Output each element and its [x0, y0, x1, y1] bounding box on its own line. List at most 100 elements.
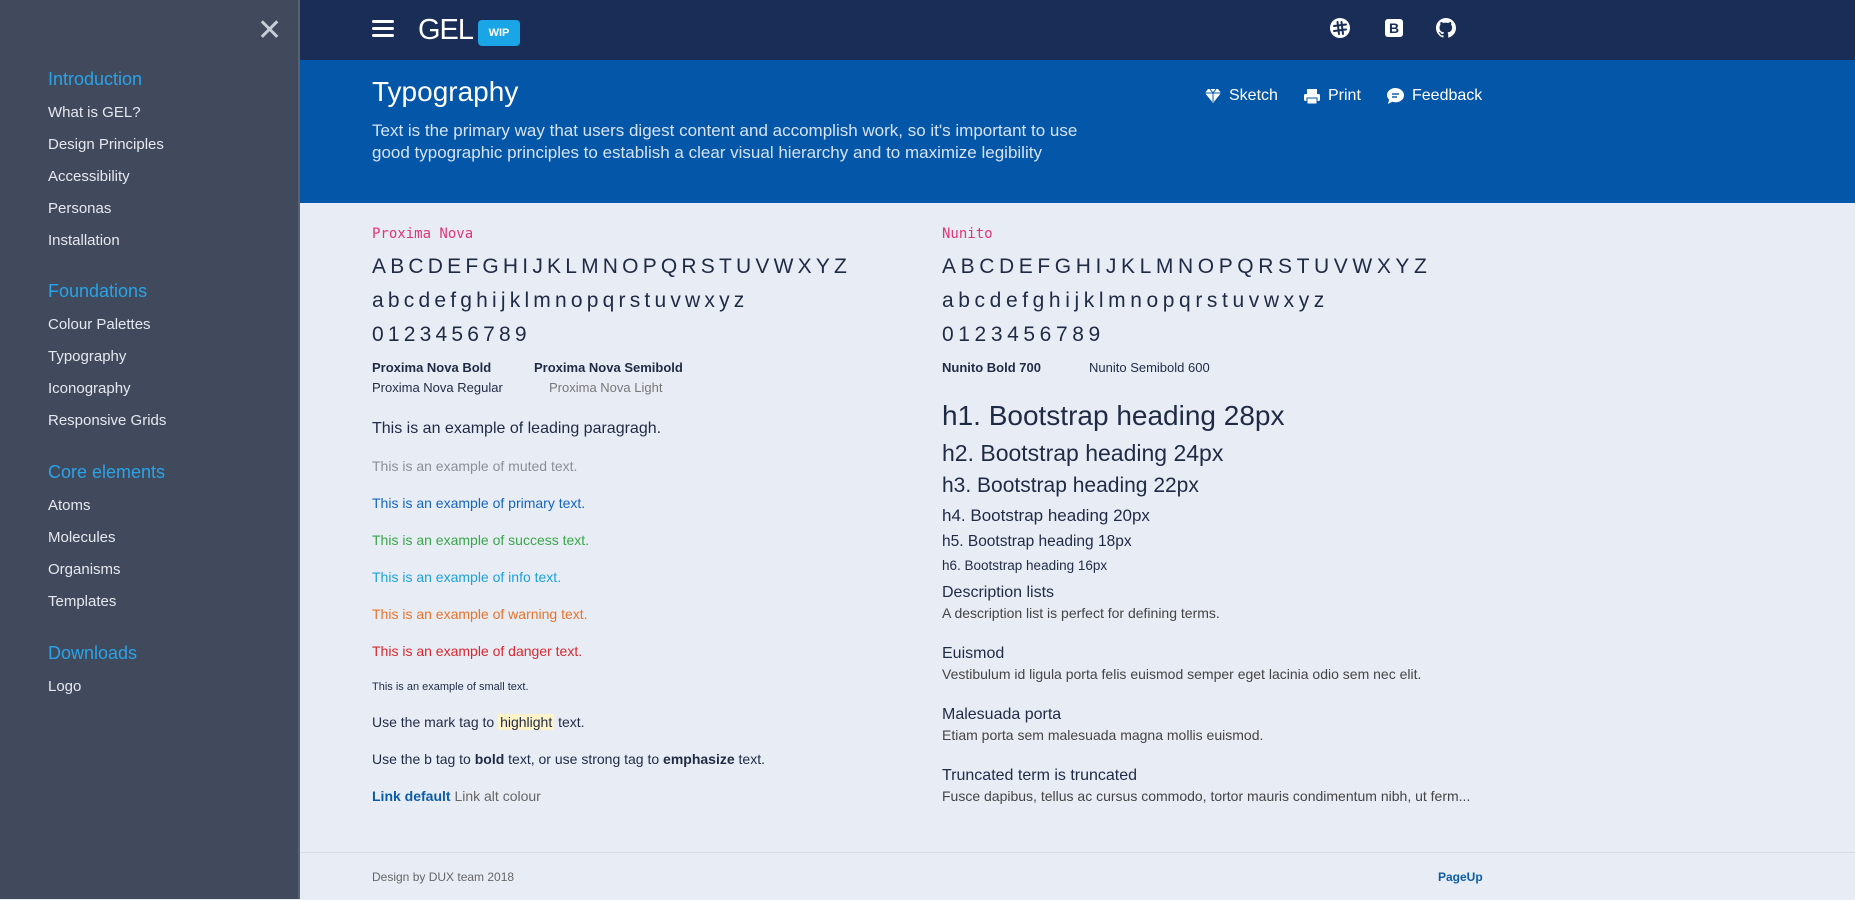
dl-desc: A description list is perfect for defini… — [942, 605, 1220, 621]
feedback-label: Feedback — [1412, 87, 1483, 104]
sidebar-section-introduction: Introduction What is GEL? Design Princip… — [48, 67, 164, 257]
close-icon[interactable]: ✕ — [257, 16, 282, 46]
sidebar-item-installation[interactable]: Installation — [48, 225, 164, 257]
sidebar-item-what-is-gel[interactable]: What is GEL? — [48, 97, 164, 129]
sidebar-section-core-elements: Core elements Atoms Molecules Organisms … — [48, 460, 165, 618]
dl-desc: Etiam porta sem malesuada magna mollis e… — [942, 727, 1264, 743]
weight-light: Proxima Nova Light — [549, 380, 663, 395]
small-text: This is an example of small text. — [372, 681, 529, 693]
primary-text: This is an example of primary text. — [372, 495, 586, 511]
font-weights: Nunito Bold 700 Nunito Semibold 600 — [942, 358, 1502, 378]
sidebar-item-logo[interactable]: Logo — [48, 671, 137, 703]
digits: 0123456789 — [942, 323, 1105, 346]
sidebar-item-atoms[interactable]: Atoms — [48, 490, 165, 522]
sidebar-item-personas[interactable]: Personas — [48, 193, 164, 225]
diamond-icon — [1205, 88, 1221, 103]
b-after: text. — [734, 751, 765, 767]
dl-term: Euismod — [942, 645, 1005, 662]
sidebar-item-responsive-grids[interactable]: Responsive Grids — [48, 405, 166, 437]
pageup-link[interactable]: PageUp — [1438, 870, 1483, 884]
bold-word: bold — [474, 751, 505, 767]
mark-example: Use the mark tag to highlight text. — [372, 713, 912, 731]
link-alt-colour[interactable]: Link alt colour — [454, 788, 540, 804]
footer-credit: Design by DUX team 2018 — [372, 870, 515, 884]
sidebar-item-accessibility[interactable]: Accessibility — [48, 161, 164, 193]
sidebar-item-molecules[interactable]: Molecules — [48, 522, 165, 554]
success-text: This is an example of success text. — [372, 532, 590, 548]
lead-paragraph: This is an example of leading paragragh. — [372, 420, 662, 437]
info-text: This is an example of info text. — [372, 569, 562, 585]
sidebar-item-typography[interactable]: Typography — [48, 341, 166, 373]
sidebar-section-downloads: Downloads Logo — [48, 641, 137, 703]
sidebar: ✕ Introduction What is GEL? Design Princ… — [0, 0, 300, 899]
top-navbar: GEL WIP B — [300, 0, 1855, 60]
gel-logo[interactable]: GEL — [418, 14, 474, 46]
sidebar-section-foundations: Foundations Colour Palettes Typography I… — [48, 279, 166, 437]
sidebar-item-colour-palettes[interactable]: Colour Palettes — [48, 309, 166, 341]
nunito-column: Nunito ABCDEFGHIJKLMNOPQRSTUVWXYZ abcdef… — [942, 226, 1502, 827]
weight-bold: Nunito Bold 700 — [942, 360, 1041, 375]
font-name-label: Nunito — [942, 226, 993, 242]
weight-bold: Proxima Nova Bold — [372, 360, 492, 375]
proxima-nova-column: Proxima Nova ABCDEFGHIJKLMNOPQRSTUVWXYZ … — [372, 226, 912, 805]
highlight-mark: highlight — [498, 714, 555, 730]
mark-after: text. — [554, 714, 585, 730]
dl-term: Malesuada porta — [942, 706, 1062, 723]
bootstrap-icon[interactable]: B — [1382, 16, 1406, 40]
strong-word: emphasize — [663, 751, 735, 767]
sketch-button[interactable]: Sketch — [1204, 86, 1278, 106]
weight-regular: Proxima Nova Regular — [372, 380, 503, 395]
slack-icon[interactable] — [1328, 16, 1352, 40]
muted-text: This is an example of muted text. — [372, 458, 578, 474]
footer: Design by DUX team 2018 PageUp — [300, 852, 1855, 900]
lowercase-alphabet: abcdefghijklmnopqrstuvwxyz — [942, 289, 1329, 312]
svg-text:B: B — [1389, 20, 1399, 36]
sidebar-item-organisms[interactable]: Organisms — [48, 554, 165, 586]
page-lead: Text is the primary way that users diges… — [372, 121, 1078, 162]
printer-icon — [1304, 88, 1320, 104]
weight-semibold: Nunito Semibold 600 — [1089, 360, 1210, 375]
dl-desc: Fusce dapibus, tellus ac cursus commodo,… — [942, 788, 1471, 804]
sidebar-section-title[interactable]: Downloads — [48, 641, 137, 665]
print-label: Print — [1328, 87, 1361, 104]
heading-h1: h1. Bootstrap heading 28px — [942, 400, 1285, 431]
speech-bubble-icon — [1387, 88, 1404, 104]
github-icon[interactable] — [1434, 16, 1458, 40]
heading-h6: h6. Bootstrap heading 16px — [942, 558, 1108, 573]
page-header: Typography Text is the primary way that … — [300, 60, 1855, 203]
lowercase-alphabet: abcdefghijklmnopqrstuvwxyz — [372, 289, 749, 312]
link-default[interactable]: Link default — [372, 788, 451, 804]
b-before: Use the b tag to — [372, 751, 475, 767]
font-weights: Proxima Nova Bold Proxima Nova Semibold … — [372, 358, 912, 398]
dl-term: Truncated term is truncated — [942, 767, 1138, 784]
dl-term: Description lists — [942, 584, 1055, 601]
b-mid: text, or use strong tag to — [504, 751, 664, 767]
digits: 0123456789 — [372, 323, 531, 346]
heading-h5: h5. Bootstrap heading 18px — [942, 533, 1132, 550]
uppercase-alphabet: ABCDEFGHIJKLMNOPQRSTUVWXYZ — [942, 255, 1432, 278]
weight-semibold: Proxima Nova Semibold — [534, 360, 683, 375]
heading-h2: h2. Bootstrap heading 24px — [942, 440, 1224, 466]
heading-h3: h3. Bootstrap heading 22px — [942, 474, 1199, 497]
danger-text: This is an example of danger text. — [372, 643, 583, 659]
heading-h4: h4. Bootstrap heading 20px — [942, 506, 1150, 525]
bold-example: Use the b tag to bold text, or use stron… — [372, 750, 912, 768]
mark-before: Use the mark tag to — [372, 714, 499, 730]
warning-text: This is an example of warning text. — [372, 606, 588, 622]
sidebar-item-templates[interactable]: Templates — [48, 586, 165, 618]
link-example: Link default Link alt colour — [372, 787, 912, 805]
description-list: Description lists A description list is … — [942, 583, 1502, 806]
hamburger-menu-icon[interactable] — [372, 20, 394, 40]
sidebar-item-iconography[interactable]: Iconography — [48, 373, 166, 405]
sidebar-section-title[interactable]: Introduction — [48, 67, 164, 91]
wip-badge: WIP — [478, 20, 520, 46]
dl-desc: Vestibulum id ligula porta felis euismod… — [942, 666, 1422, 682]
uppercase-alphabet: ABCDEFGHIJKLMNOPQRSTUVWXYZ — [372, 255, 852, 278]
sidebar-section-title[interactable]: Foundations — [48, 279, 166, 303]
sidebar-section-title[interactable]: Core elements — [48, 460, 165, 484]
print-button[interactable]: Print — [1303, 86, 1361, 106]
feedback-button[interactable]: Feedback — [1386, 86, 1482, 106]
sidebar-item-design-principles[interactable]: Design Principles — [48, 129, 164, 161]
page-title: Typography — [372, 76, 519, 107]
sketch-label: Sketch — [1229, 87, 1278, 104]
